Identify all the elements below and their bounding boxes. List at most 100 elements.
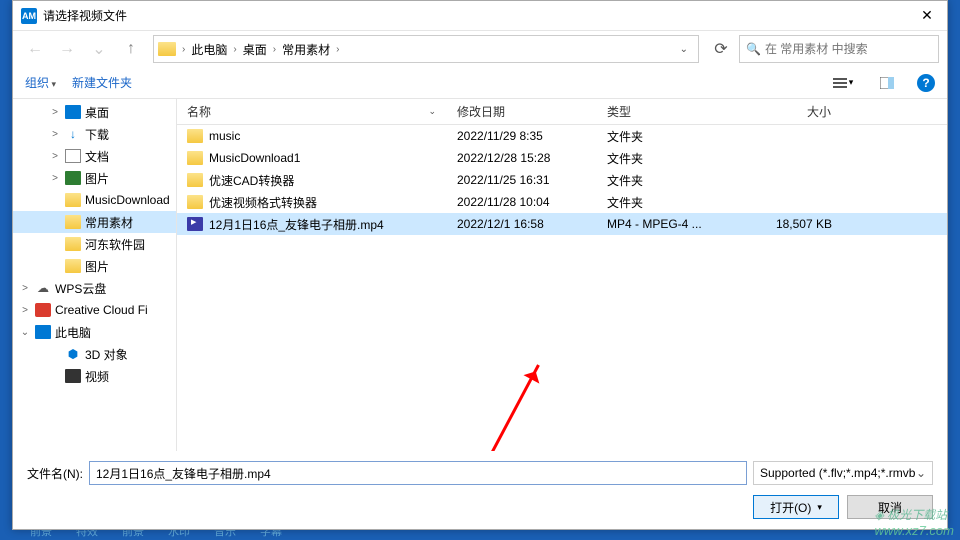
item-icon — [65, 259, 81, 273]
tree-item[interactable]: 图片 — [13, 255, 176, 277]
chevron-right-icon: › — [180, 44, 187, 55]
item-icon — [65, 149, 81, 163]
tree-item[interactable]: 视频 — [13, 365, 176, 387]
tree-item[interactable]: >Creative Cloud Fi — [13, 299, 176, 321]
file-date: 2022/11/28 10:04 — [447, 195, 597, 209]
tree-item-label: 河东软件园 — [85, 236, 145, 253]
back-button[interactable]: ← — [21, 35, 49, 63]
tree-item[interactable]: 河东软件园 — [13, 233, 176, 255]
file-date: 2022/12/1 16:58 — [447, 217, 597, 231]
filename-input[interactable] — [89, 461, 747, 485]
tree-item[interactable]: 常用素材 — [13, 211, 176, 233]
refresh-button[interactable]: ⟳ — [707, 35, 735, 63]
tree-item-label: 常用素材 — [85, 214, 133, 231]
tree-item-label: MusicDownload — [85, 193, 170, 207]
tree-item-label: 桌面 — [85, 104, 109, 121]
tree-item[interactable]: >图片 — [13, 167, 176, 189]
tree-item[interactable]: >↓下载 — [13, 123, 176, 145]
file-open-dialog: AM 请选择视频文件 ✕ ← → ⌄ ↑ › 此电脑 › 桌面 › 常用素材 ›… — [12, 0, 948, 530]
breadcrumb-pc[interactable]: 此电脑 — [187, 39, 231, 60]
column-date[interactable]: 修改日期 — [447, 99, 597, 124]
dialog-footer: 文件名(N): Supported (*.flv;*.mp4;*.rmvb 打开… — [13, 451, 947, 529]
chevron-right-icon: › — [231, 44, 238, 55]
twisty-icon: > — [19, 305, 31, 316]
item-icon — [65, 171, 81, 185]
breadcrumb-desktop[interactable]: 桌面 — [239, 39, 271, 60]
tree-item[interactable]: ⌄此电脑 — [13, 321, 176, 343]
file-rows[interactable]: music2022/11/29 8:35文件夹MusicDownload1202… — [177, 125, 947, 451]
breadcrumb-bar[interactable]: › 此电脑 › 桌面 › 常用素材 › ⌄ — [153, 35, 699, 63]
tree-item[interactable]: > 桌面 — [13, 101, 176, 123]
file-date: 2022/12/28 15:28 — [447, 151, 597, 165]
up-button[interactable]: ↑ — [117, 35, 145, 63]
titlebar: AM 请选择视频文件 ✕ — [13, 1, 947, 31]
cancel-button[interactable]: 取消 — [847, 495, 933, 519]
file-type: 文件夹 — [597, 194, 722, 211]
sort-indicator-icon: ⌄ — [428, 106, 436, 117]
twisty-icon: > — [19, 283, 31, 294]
nav-tree[interactable]: >桌面>↓下载>文档>图片MusicDownload常用素材河东软件园图片>☁W… — [13, 99, 177, 451]
column-type[interactable]: 类型 — [597, 99, 722, 124]
content-area: >桌面>↓下载>文档>图片MusicDownload常用素材河东软件园图片>☁W… — [13, 99, 947, 451]
tree-item-label: 文档 — [85, 148, 109, 165]
tree-item[interactable]: MusicDownload — [13, 189, 176, 211]
view-mode-button[interactable]: ▾ — [829, 71, 857, 95]
file-type: 文件夹 — [597, 150, 722, 167]
forward-button[interactable]: → — [53, 35, 81, 63]
list-view-icon — [833, 77, 847, 89]
filetype-filter[interactable]: Supported (*.flv;*.mp4;*.rmvb — [753, 461, 933, 485]
search-box[interactable]: 🔍 — [739, 35, 939, 63]
tree-item[interactable]: ⬢ 3D 对象 — [13, 343, 176, 365]
item-icon: ↓ — [65, 127, 81, 141]
tree-item-label: 图片 — [85, 258, 109, 275]
tree-item[interactable]: > 文档 — [13, 145, 176, 167]
path-dropdown[interactable]: ⌄ — [674, 44, 694, 55]
chevron-right-icon: › — [271, 44, 278, 55]
new-folder-button[interactable]: 新建文件夹 — [72, 74, 132, 91]
twisty-icon: > — [49, 107, 61, 118]
file-row[interactable]: 优速CAD转换器2022/11/25 16:31文件夹 — [177, 169, 947, 191]
file-type: 文件夹 — [597, 172, 722, 189]
app-icon: AM — [21, 8, 37, 24]
window-title: 请选择视频文件 — [43, 7, 907, 24]
file-name: 12月1日16点_友锋电子相册.mp4 — [209, 216, 384, 233]
file-row[interactable]: music2022/11/29 8:35文件夹 — [177, 125, 947, 147]
folder-icon — [158, 42, 176, 56]
search-icon: 🔍 — [746, 42, 761, 56]
open-button[interactable]: 打开(O)▾ — [753, 495, 839, 519]
twisty-icon: > — [49, 129, 61, 140]
item-icon: ⬢ — [65, 347, 81, 361]
search-input[interactable] — [765, 42, 932, 56]
item-icon: ☁ — [35, 281, 51, 295]
twisty-icon: > — [49, 151, 61, 162]
twisty-icon: ⌄ — [19, 327, 31, 338]
file-date: 2022/11/29 8:35 — [447, 129, 597, 143]
recent-dropdown[interactable]: ⌄ — [85, 35, 113, 63]
item-icon — [65, 105, 81, 119]
organize-menu[interactable]: 组织 — [25, 74, 56, 91]
file-icon — [187, 129, 203, 143]
chevron-right-icon: › — [334, 44, 341, 55]
file-icon — [187, 151, 203, 165]
breadcrumb-current[interactable]: 常用素材 — [278, 39, 334, 60]
file-row[interactable]: 优速视频格式转换器 2022/11/28 10:04文件夹 — [177, 191, 947, 213]
column-size[interactable]: 大小 — [722, 99, 842, 124]
tree-item[interactable]: > ☁ WPS云盘 — [13, 277, 176, 299]
item-icon — [65, 369, 81, 383]
file-row[interactable]: 12月1日16点_友锋电子相册.mp4 2022/12/1 16:58MP4 - … — [177, 213, 947, 235]
preview-icon — [880, 77, 894, 89]
help-button[interactable]: ? — [917, 74, 935, 92]
column-name[interactable]: 名称⌄ — [177, 99, 447, 124]
file-type: 文件夹 — [597, 128, 722, 145]
column-headers: 名称⌄ 修改日期 类型 大小 — [177, 99, 947, 125]
file-type: MP4 - MPEG-4 ... — [597, 217, 722, 231]
tree-item-label: WPS云盘 — [55, 280, 106, 297]
item-icon — [65, 193, 81, 207]
item-icon — [65, 215, 81, 229]
tree-item-label: 视频 — [85, 368, 109, 385]
close-button[interactable]: ✕ — [907, 1, 947, 31]
preview-pane-button[interactable] — [873, 71, 901, 95]
file-row[interactable]: MusicDownload12022/12/28 15:28文件夹 — [177, 147, 947, 169]
tree-item-label: 3D 对象 — [85, 346, 128, 363]
file-name: 优速视频格式转换器 — [209, 194, 317, 211]
